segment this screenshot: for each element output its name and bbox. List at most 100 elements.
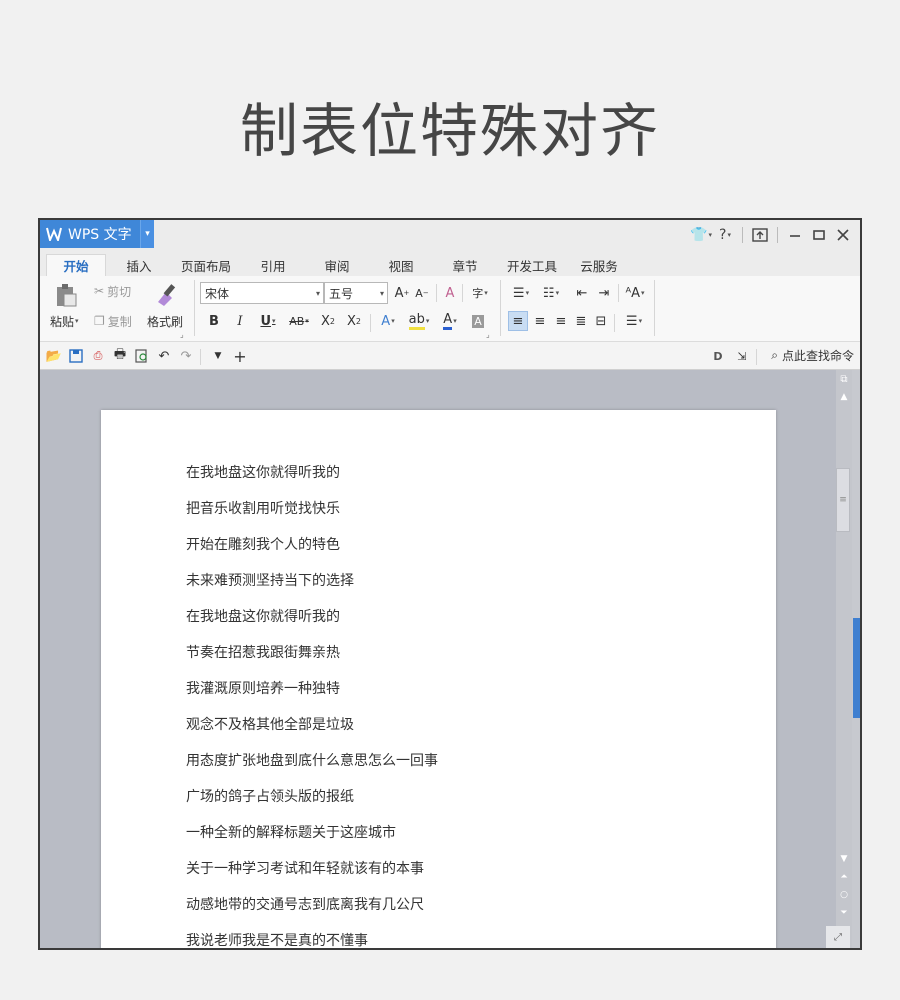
scroll-down-icon[interactable]: ▼	[836, 852, 852, 866]
document-canvas[interactable]: 在我地盘这你就得听我的 把音乐收割用听觉找快乐 开始在雕刻我个人的特色 未来难预…	[40, 370, 836, 948]
distribute-icon[interactable]: ⊟	[591, 311, 611, 331]
scroll-up-icon[interactable]: ▲	[836, 390, 852, 404]
ribbon-home: 粘贴 ▾ ✂ 剪切 ❐ 复制 格式刷 ⌟ 宋体 ▾ 五号 ▾ A + A − A 字 ▾ B I…	[40, 276, 860, 342]
redo-icon[interactable]: ↷	[178, 348, 194, 364]
paste-icon[interactable]	[54, 282, 80, 308]
scrollbar-thumb[interactable]: ≡	[836, 468, 850, 532]
split-view-icon[interactable]: ⧉	[836, 372, 852, 386]
quick-access-toolbar: 📂 ⎙ 🖶 ↶ ↷ ▼ + D ⇲ ⌕ 点此查找命令	[40, 343, 860, 370]
document-line[interactable]: 我灌溉原则培养一种独特	[186, 678, 340, 698]
subscript-icon[interactable]: X2	[344, 311, 364, 331]
maximize-icon[interactable]	[808, 224, 830, 246]
print-icon[interactable]: 🖶	[112, 347, 128, 364]
bold-icon[interactable]: B	[204, 311, 224, 331]
open-folder-icon[interactable]: 📂	[46, 348, 62, 364]
minimize-icon[interactable]	[784, 224, 806, 246]
next-page-icon[interactable]: ⏷	[836, 906, 852, 920]
cut-label: 剪切	[107, 284, 132, 299]
bullet-list-icon[interactable]: ☰ ▾	[506, 283, 536, 303]
export-pdf-icon[interactable]: ⎙	[90, 348, 106, 364]
document-line[interactable]: 节奏在招惹我跟街舞亲热	[186, 642, 340, 662]
tab-references[interactable]: 引用	[248, 254, 298, 276]
fullscreen-icon[interactable]: ⤢	[826, 926, 850, 948]
font-dialog-launcher-icon[interactable]: ⌟	[486, 330, 490, 339]
app-menu-button[interactable]: WPS 文字	[40, 220, 154, 248]
document-line[interactable]: 广场的鸽子占领头版的报纸	[186, 786, 354, 806]
print-preview-icon[interactable]	[134, 348, 150, 364]
ribbon-tabs: 开始 插入 页面布局 引用 审阅 视图 章节 开发工具 云服务	[40, 250, 860, 276]
document-line[interactable]: 开始在雕刻我个人的特色	[186, 534, 340, 554]
align-right-icon[interactable]: ≡	[551, 311, 571, 331]
tab-cloud-services[interactable]: 云服务	[572, 254, 626, 276]
tab-page-layout[interactable]: 页面布局	[176, 254, 236, 276]
document-line[interactable]: 在我地盘这你就得听我的	[186, 606, 340, 626]
document-line[interactable]: 未来难预测坚持当下的选择	[186, 570, 354, 590]
help-icon[interactable]: ? ▾	[714, 224, 736, 246]
format-painter-button[interactable]: 格式刷	[147, 313, 183, 329]
document-line[interactable]: 用态度扩张地盘到底什么意思怎么一回事	[186, 750, 438, 770]
character-shading-icon[interactable]: A	[468, 311, 488, 331]
tab-developer-tools[interactable]: 开发工具	[502, 254, 562, 276]
close-icon[interactable]	[832, 224, 854, 246]
tab-home[interactable]: 开始	[46, 254, 106, 276]
font-name-select[interactable]: 宋体 ▾	[200, 282, 324, 304]
previous-page-icon[interactable]: ⏶	[836, 870, 852, 884]
underline-icon[interactable]: U ▾	[254, 311, 282, 331]
document-line[interactable]: 把音乐收割用听觉找快乐	[186, 498, 340, 518]
paste-button[interactable]: 粘贴 ▾	[50, 313, 79, 329]
select-browse-object-icon[interactable]: ○	[836, 888, 852, 902]
font-size-select[interactable]: 五号 ▾	[324, 282, 388, 304]
format-painter-icon[interactable]	[154, 280, 178, 306]
tab-view[interactable]: 视图	[376, 254, 426, 276]
chevron-down-icon: ▾	[379, 288, 384, 298]
task-pane-toggle[interactable]	[853, 618, 860, 718]
line-spacing-icon[interactable]: ☰ ▾	[618, 311, 650, 331]
title-bar: WPS 文字 ▾ 👕 ▾ ? ▾	[40, 220, 860, 250]
pinyin-guide-icon[interactable]: 字 ▾	[466, 283, 494, 303]
shrink-font-icon[interactable]: A −	[412, 283, 432, 303]
clear-format-icon[interactable]: A	[440, 283, 460, 303]
tab-insert[interactable]: 插入	[114, 254, 164, 276]
highlight-icon[interactable]: ab ▾	[404, 311, 434, 331]
skin-icon[interactable]: 👕 ▾	[690, 224, 712, 246]
find-command-box[interactable]: ⌕ 点此查找命令	[771, 347, 854, 364]
document-line[interactable]: 动感地带的交通号志到底离我有几公尺	[186, 894, 424, 914]
add-icon[interactable]: +	[232, 347, 248, 366]
app-menu-dropdown-icon[interactable]: ▾	[140, 220, 154, 248]
justify-icon[interactable]: ≣	[571, 311, 591, 331]
document-line[interactable]: 一种全新的解释标题关于这座城市	[186, 822, 396, 842]
document-line[interactable]: 我说老师我是不是真的不懂事	[186, 930, 368, 948]
document-line[interactable]: 观念不及格其他全部是垃圾	[186, 714, 354, 734]
tab-section[interactable]: 章节	[440, 254, 490, 276]
align-left-icon[interactable]: ≡	[508, 311, 528, 331]
wps-logo-icon	[46, 227, 62, 241]
scrollbar-track[interactable]: ⧉ ▲ ≡ ▼ ⏶ ○ ⏷	[836, 370, 852, 948]
increase-indent-icon[interactable]: ⇥	[594, 283, 614, 303]
grow-font-icon[interactable]: A +	[392, 283, 412, 303]
tab-review[interactable]: 审阅	[312, 254, 362, 276]
text-effect-icon[interactable]: A ▾	[374, 311, 402, 331]
vertical-scrollbar[interactable]: ⧉ ▲ ≡ ▼ ⏶ ○ ⏷	[836, 370, 860, 948]
undo-icon[interactable]: ↶	[156, 348, 172, 364]
numbered-list-icon[interactable]: ☷ ▾	[536, 283, 566, 303]
cut-button[interactable]: ✂ 剪切	[94, 282, 131, 300]
italic-icon[interactable]: I	[230, 311, 250, 331]
customize-toolbar-icon[interactable]: ▼	[210, 348, 226, 364]
doc-roaming-icon[interactable]: D	[710, 348, 726, 364]
save-icon[interactable]	[68, 348, 84, 364]
strikethrough-icon[interactable]: AB ▾	[284, 311, 314, 331]
change-case-icon[interactable]: ᴬA ▾	[620, 283, 650, 303]
clipboard-dialog-launcher-icon[interactable]: ⌟	[180, 330, 184, 339]
divider	[756, 349, 757, 365]
document-line[interactable]: 在我地盘这你就得听我的	[186, 462, 340, 482]
document-line[interactable]: 关于一种学习考试和年轻就该有的本事	[186, 858, 424, 878]
document-page[interactable]: 在我地盘这你就得听我的 把音乐收割用听觉找快乐 开始在雕刻我个人的特色 未来难预…	[101, 410, 776, 948]
share-icon[interactable]: ⇲	[734, 348, 750, 364]
superscript-icon[interactable]: X2	[318, 311, 338, 331]
copy-button[interactable]: ❐ 复制	[94, 312, 132, 330]
decrease-indent-icon[interactable]: ⇤	[572, 283, 592, 303]
divider	[462, 284, 463, 302]
collapse-ribbon-icon[interactable]	[749, 224, 771, 246]
align-center-icon[interactable]: ≡	[530, 311, 550, 331]
font-color-icon[interactable]: A ▾	[436, 311, 464, 331]
